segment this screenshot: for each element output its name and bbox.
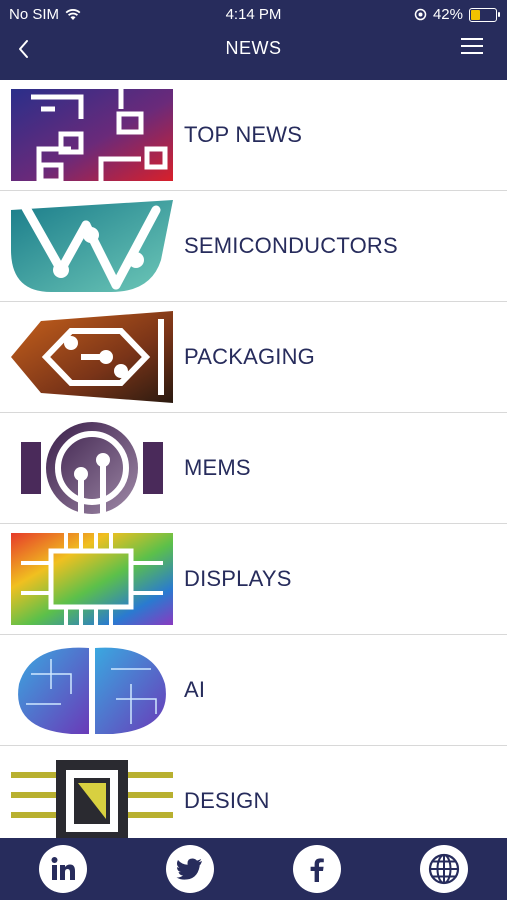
displays-icon (11, 533, 173, 625)
page-title: NEWS (225, 38, 282, 58)
ai-brain-icon (11, 644, 173, 736)
list-item-packaging[interactable]: PACKAGING (0, 302, 507, 413)
list-item-mems[interactable]: MEMS (0, 413, 507, 524)
mems-icon (11, 422, 173, 514)
list-item-label: DISPLAYS (184, 566, 292, 591)
circuit-board-icon (11, 89, 173, 181)
battery-icon (469, 7, 500, 22)
twitter-icon[interactable] (166, 845, 215, 893)
status-right: 42% (414, 6, 500, 23)
category-list: TOP NEWS SEMICONDUCTORS PACKAGING MEMS D… (0, 80, 507, 838)
packaging-icon (11, 311, 173, 403)
list-item-label: AI (184, 677, 206, 702)
status-bar: No SIM 4:14 PM 42% (0, 4, 507, 26)
globe-icon[interactable] (419, 845, 468, 893)
design-chip-icon (11, 755, 173, 838)
top-bar: No SIM 4:14 PM 42% NEWS (0, 0, 507, 80)
list-item-label: TOP NEWS (184, 122, 303, 147)
battery-fill (471, 9, 480, 20)
list-item-label: DESIGN (184, 788, 270, 813)
list-item-semiconductors[interactable]: SEMICONDUCTORS (0, 191, 507, 302)
list-item-ai[interactable]: AI (0, 635, 507, 746)
list-item-displays[interactable]: DISPLAYS (0, 524, 507, 635)
nav-row: NEWS (0, 34, 507, 64)
list-item-label: MEMS (184, 455, 251, 480)
list-item-label: PACKAGING (184, 344, 315, 369)
bottom-social-bar (0, 838, 507, 900)
battery-percent: 42% (432, 6, 463, 23)
semiconductor-icon (11, 200, 173, 292)
list-item-top-news[interactable]: TOP NEWS (0, 80, 507, 191)
list-item-label: SEMICONDUCTORS (184, 233, 398, 258)
orientation-lock-icon (414, 8, 427, 21)
linkedin-icon[interactable] (39, 845, 88, 893)
list-item-design[interactable]: DESIGN (0, 746, 507, 838)
facebook-icon[interactable] (292, 845, 341, 893)
hamburger-menu-icon[interactable] (461, 38, 483, 56)
